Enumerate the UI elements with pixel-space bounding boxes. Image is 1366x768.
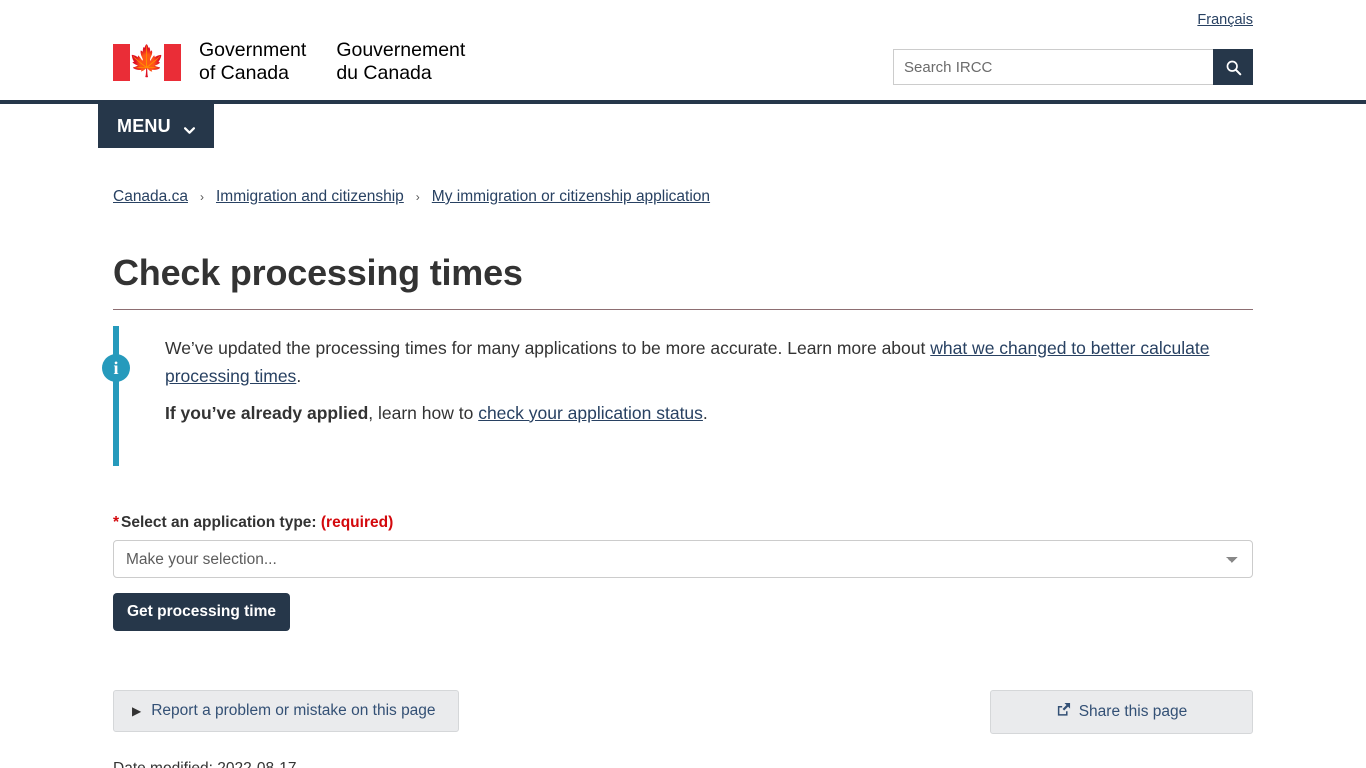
info-icon: i (102, 354, 130, 382)
application-type-label: * Select an application type: (required) (113, 514, 1253, 532)
search-icon (1226, 60, 1241, 75)
alert-text-1-end: . (296, 366, 302, 387)
breadcrumb-item-my-application[interactable]: My immigration or citizenship applicatio… (432, 188, 710, 206)
alert-text-1: We’ve updated the processing times for m… (165, 338, 931, 358)
search-button[interactable] (1213, 49, 1253, 85)
breadcrumb-item-immigration-and-citizenship[interactable]: Immigration and citizenship (216, 188, 404, 206)
share-this-page-button[interactable]: Share this page (990, 690, 1253, 734)
share-this-page-label: Share this page (1078, 703, 1188, 720)
page-title: Check processing times (113, 252, 523, 293)
page-container: Canada.ca › Immigration and citizenship … (102, 160, 1253, 768)
page-details: ▶ Report a problem or mistake on this pa… (113, 690, 1253, 734)
application-type-select[interactable]: Make your selection... (113, 540, 1253, 578)
report-problem-toggle[interactable]: ▶ Report a problem or mistake on this pa… (113, 690, 459, 732)
alert-link-check-status[interactable]: check your application status (478, 403, 703, 423)
language-toggle-link[interactable]: Français (1197, 12, 1253, 28)
required-asterisk: * (113, 514, 120, 531)
triangle-right-icon: ▶ (132, 704, 142, 718)
search-input[interactable] (893, 49, 1213, 85)
language-toggle-row: Français (1197, 0, 1253, 40)
alert-text-2-end: . (702, 402, 708, 423)
processing-time-form: * Select an application type: (required) … (113, 514, 1253, 631)
main-menu-button[interactable]: MENU (98, 104, 214, 148)
menu-row: MENU (0, 104, 1366, 160)
alert-bold-already-applied: If you’ve already applied (165, 402, 369, 423)
goc-wordmark: Government of Canada Gouvernement du Can… (199, 39, 465, 85)
global-header: Français 🍁 Government of Canada Gouverne… (0, 0, 1366, 100)
breadcrumb-separator: › (199, 190, 204, 204)
report-problem-label: Report a problem or mistake on this page (151, 702, 436, 719)
alert-paragraph-updated: We’ve updated the processing times for m… (165, 334, 1253, 391)
application-type-label-text: Select an application type: (121, 514, 317, 531)
breadcrumb: Canada.ca › Immigration and citizenship … (113, 160, 1253, 206)
wordmark-french: Gouvernement du Canada (336, 39, 466, 84)
alert-text-2: , learn how to (368, 402, 479, 423)
goc-brand[interactable]: 🍁 Government of Canada Gouvernement du C… (113, 39, 465, 85)
chevron-down-icon (183, 120, 195, 134)
breadcrumb-item-canada-ca[interactable]: Canada.ca (113, 188, 188, 206)
alert-paragraph-already-applied: If you’ve already applied, learn how to … (165, 399, 1253, 427)
share-icon (1056, 702, 1071, 722)
info-alert: i We’ve updated the processing times for… (102, 326, 1253, 466)
get-processing-time-button[interactable]: Get processing time (113, 593, 291, 631)
canada-flag-icon: 🍁 (113, 43, 181, 81)
breadcrumb-separator: › (415, 190, 420, 204)
required-text: (required) (320, 514, 394, 531)
site-search (893, 49, 1253, 85)
date-modified: Date modified: 2022-08-17 (113, 760, 1253, 768)
main-menu-label: MENU (117, 115, 171, 136)
title-underline (113, 309, 1253, 310)
wordmark-english: Government of Canada (199, 39, 307, 84)
